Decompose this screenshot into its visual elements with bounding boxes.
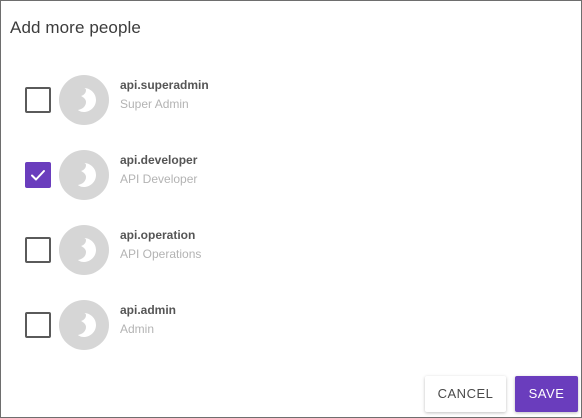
avatar	[59, 150, 109, 200]
wso2-logo-icon	[78, 313, 96, 337]
person-row-developer[interactable]: api.developer API Developer	[1, 150, 581, 222]
checkbox-superadmin[interactable]	[25, 87, 51, 113]
cancel-button[interactable]: CANCEL	[425, 376, 506, 412]
avatar	[59, 300, 109, 350]
save-button[interactable]: SAVE	[515, 376, 578, 412]
person-username: api.superadmin	[120, 78, 209, 92]
person-row-superadmin[interactable]: api.superadmin Super Admin	[1, 75, 581, 147]
checkmark-icon	[31, 170, 45, 181]
person-username: api.developer	[120, 153, 198, 167]
checkbox-developer[interactable]	[25, 162, 51, 188]
person-row-operation[interactable]: api.operation API Operations	[1, 225, 581, 297]
wso2-logo-icon	[78, 163, 96, 187]
person-row-admin[interactable]: api.admin Admin	[1, 300, 581, 372]
person-username: api.operation	[120, 228, 196, 242]
person-role: Super Admin	[120, 97, 189, 111]
person-role: API Operations	[120, 247, 202, 261]
person-role: API Developer	[120, 172, 198, 186]
dialog-title: Add more people	[10, 18, 141, 37]
person-role: Admin	[120, 322, 155, 336]
person-username: api.admin	[120, 303, 177, 317]
add-people-dialog: Add more people api.superadmin Super Adm…	[0, 0, 582, 418]
avatar	[59, 75, 109, 125]
checkbox-admin[interactable]	[25, 312, 51, 338]
avatar	[59, 225, 109, 275]
wso2-logo-icon	[78, 88, 96, 112]
checkbox-operation[interactable]	[25, 237, 51, 263]
wso2-logo-icon	[78, 238, 96, 262]
